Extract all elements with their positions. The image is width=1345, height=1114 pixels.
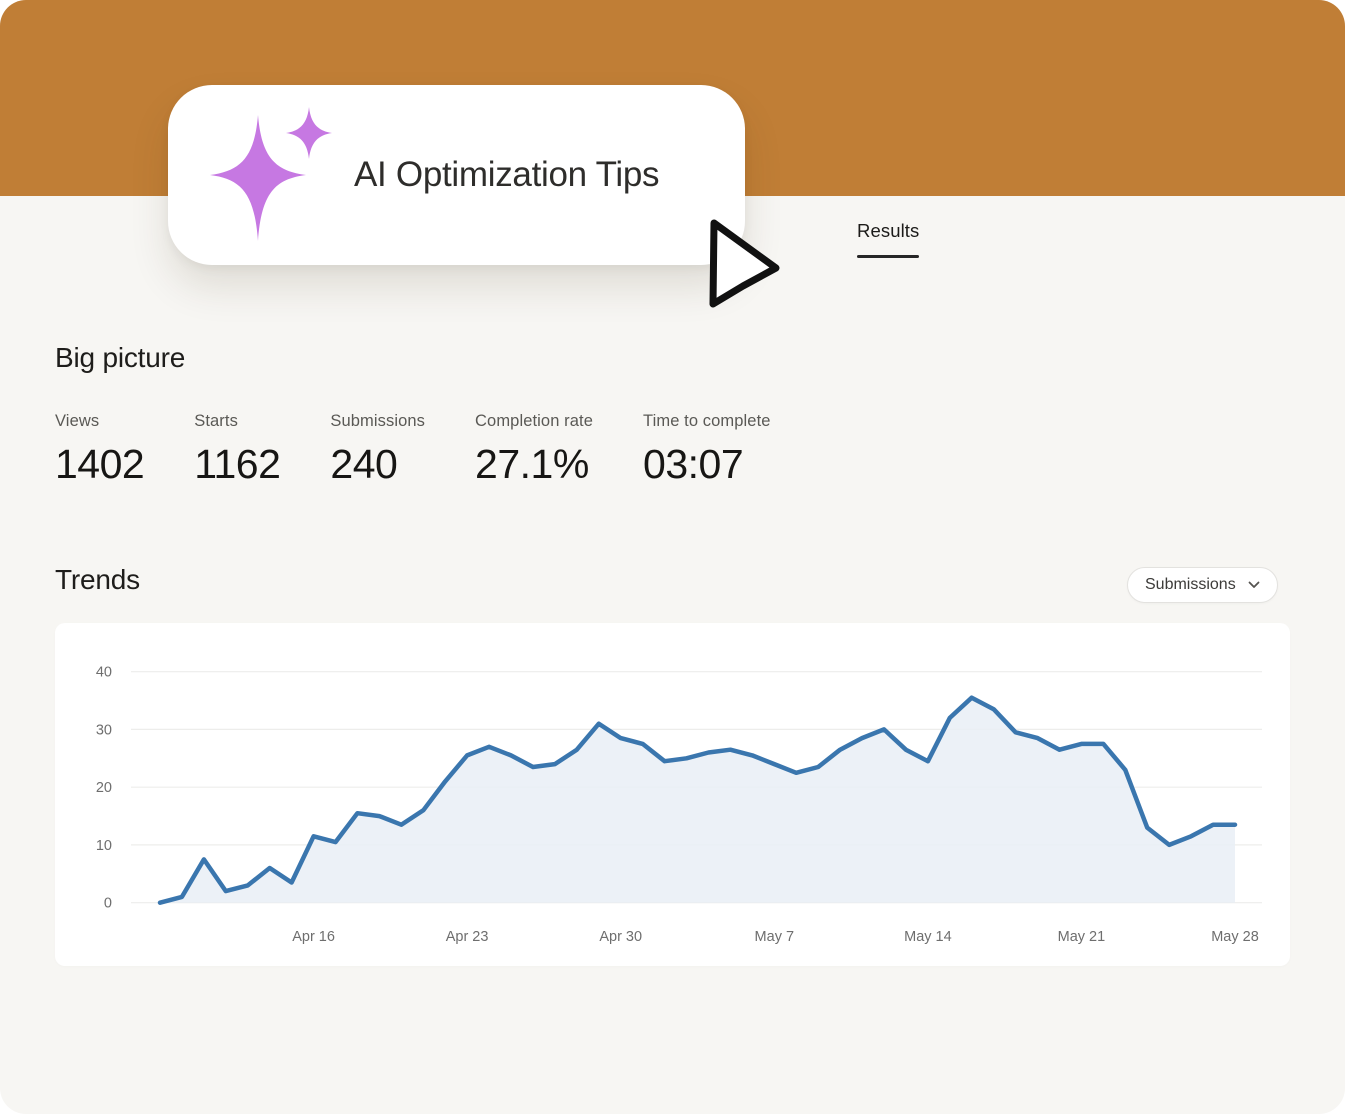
stat-value: 240 [330,441,425,488]
svg-text:Apr 16: Apr 16 [292,929,335,945]
ai-tips-title: AI Optimization Tips [354,155,659,195]
stat-label: Submissions [330,412,425,431]
stat-label: Views [55,412,144,431]
analytics-screen: AI Optimization Tips Results Big picture… [0,0,1345,1114]
stat-value: 1162 [194,441,280,488]
svg-text:30: 30 [96,722,112,738]
stat-time-to-complete: Time to complete 03:07 [643,412,771,488]
metric-selector-dropdown[interactable]: Submissions [1127,567,1278,603]
chevron-down-icon [1248,581,1260,589]
mouse-cursor-icon [698,214,784,316]
svg-text:May 28: May 28 [1211,929,1259,945]
stat-label: Starts [194,412,280,431]
big-picture-heading: Big picture [55,342,185,374]
svg-text:May 7: May 7 [755,929,795,945]
svg-text:0: 0 [104,896,112,912]
tab-results-underline [857,255,919,258]
svg-text:40: 40 [96,665,112,681]
trends-chart: 0 10 20 30 40 Apr 16 Apr 23 Apr 30 May 7 May 14 Ma… [55,623,1290,966]
svg-text:10: 10 [96,838,112,854]
tab-results[interactable]: Results [857,220,919,258]
stat-value: 1402 [55,441,144,488]
stat-value: 27.1% [475,441,593,488]
stat-label: Time to complete [643,412,771,431]
stat-views: Views 1402 [55,412,144,488]
svg-text:May 14: May 14 [904,929,952,945]
tab-results-label: Results [857,220,919,242]
trends-chart-card: 0 10 20 30 40 Apr 16 Apr 23 Apr 30 May 7 May 14 Ma… [55,623,1290,966]
stat-submissions: Submissions 240 [330,412,425,488]
sparkles-icon [206,107,338,249]
metric-selector-label: Submissions [1145,576,1236,594]
ai-tips-card: AI Optimization Tips [168,85,745,265]
big-picture-stats: Views 1402 Starts 1162 Submissions 240 C… [55,412,771,488]
stat-value: 03:07 [643,441,771,488]
svg-text:May 21: May 21 [1058,929,1106,945]
trends-heading: Trends [55,564,140,596]
stat-starts: Starts 1162 [194,412,280,488]
stat-completion-rate: Completion rate 27.1% [475,412,593,488]
svg-text:Apr 23: Apr 23 [446,929,489,945]
stat-label: Completion rate [475,412,593,431]
svg-text:Apr 30: Apr 30 [599,929,642,945]
svg-text:20: 20 [96,780,112,796]
